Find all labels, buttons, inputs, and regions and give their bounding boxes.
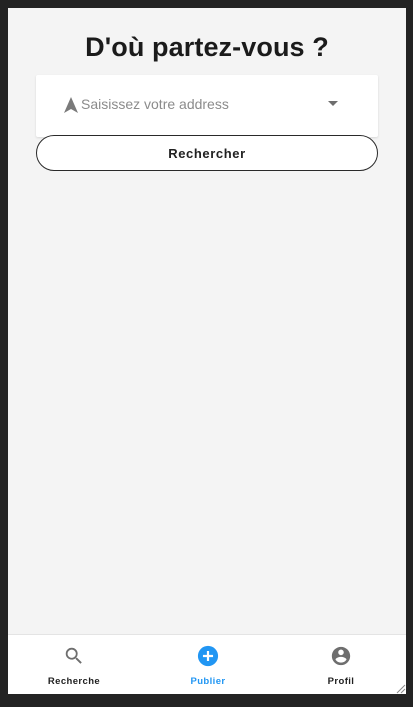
bottom-navigation: Recherche Publier Profil xyxy=(8,634,406,694)
add-circle-icon xyxy=(197,645,219,667)
search-button-label: Rechercher xyxy=(168,145,246,161)
resize-grip-icon[interactable] xyxy=(394,682,406,694)
app-window: D'où partez-vous ? Rechercher Recherche … xyxy=(8,8,406,694)
address-search-field[interactable] xyxy=(36,75,378,137)
nav-item-publier[interactable]: Publier xyxy=(158,635,258,694)
search-button[interactable]: Rechercher xyxy=(36,135,378,171)
nav-item-profil[interactable]: Profil xyxy=(291,635,391,694)
nav-item-recherche[interactable]: Recherche xyxy=(24,635,124,694)
nav-label-recherche: Recherche xyxy=(47,676,101,687)
nav-label-profil: Profil xyxy=(327,676,355,687)
navigation-arrow-icon xyxy=(64,97,78,113)
page-title: D'où partez-vous ? xyxy=(85,32,329,62)
search-icon xyxy=(65,647,82,664)
address-input[interactable] xyxy=(81,93,321,115)
nav-label-publier: Publier xyxy=(190,676,226,687)
account-circle-icon xyxy=(331,646,351,666)
dropdown-caret-icon[interactable] xyxy=(328,101,338,106)
